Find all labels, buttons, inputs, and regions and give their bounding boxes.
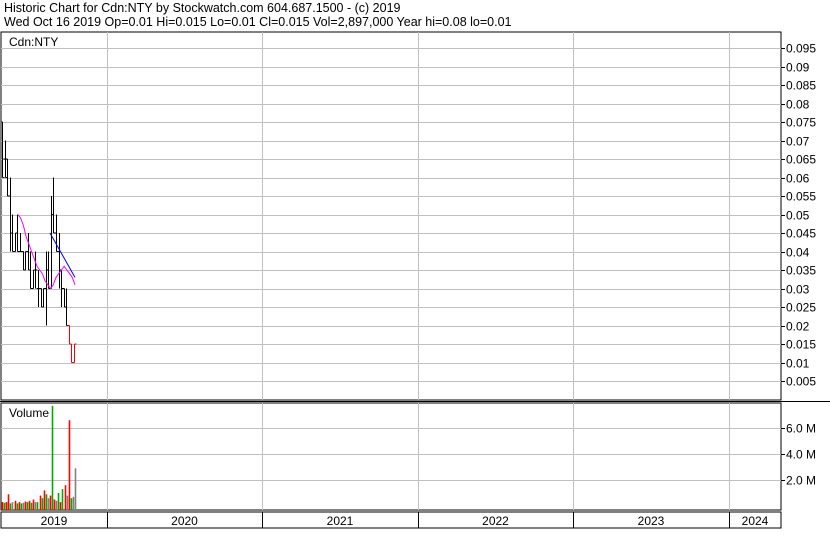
price-tick-label: 0.055 (786, 190, 816, 204)
x-axis-year-label: 2019 (41, 514, 68, 528)
volume-tick-label: 6.0 M (786, 422, 816, 436)
price-tick-label: 0.095 (786, 42, 816, 56)
volume-tick-label: 2.0 M (786, 474, 816, 488)
volume-panel-frame (0, 402, 782, 511)
chart-header-title: Historic Chart for Cdn:NTY by Stockwatch… (4, 1, 401, 15)
price-tick-label: 0.025 (786, 301, 816, 315)
price-tick-label: 0.075 (786, 116, 816, 130)
price-tick-label: 0.05 (786, 209, 810, 223)
x-axis-year-label: 2024 (742, 514, 769, 528)
price-tick-label: 0.015 (786, 338, 816, 352)
stock-chart: 0.095 0.09 0.085 0.08 0.075 0.07 0.065 0.06 0.05… (0, 0, 830, 543)
price-tick-label: 0.03 (786, 283, 810, 297)
price-tick-label: 0.01 (786, 357, 810, 371)
volume-panel-title: Volume (9, 406, 49, 420)
price-tick-label: 0.09 (786, 61, 810, 75)
x-axis-year-label: 2023 (638, 514, 665, 528)
price-tick-label: 0.07 (786, 135, 810, 149)
price-tick-label: 0.08 (786, 98, 810, 112)
volume-tick-label: 4.0 M (786, 448, 816, 462)
price-tick-label: 0.06 (786, 172, 810, 186)
price-tick-label: 0.035 (786, 264, 816, 278)
price-tick-label: 0.045 (786, 227, 816, 241)
chart-canvas: 0.095 0.09 0.085 0.08 0.075 0.07 0.065 0.06 0.05… (0, 31, 830, 529)
price-tick-label: 0.065 (786, 153, 816, 167)
price-tick-label: 0.02 (786, 320, 810, 334)
x-axis-year-label: 2022 (482, 514, 509, 528)
x-axis-year-label: 2020 (171, 514, 198, 528)
price-tick-label: 0.085 (786, 79, 816, 93)
price-panel-title: Cdn:NTY (9, 35, 58, 49)
price-tick-label: 0.005 (786, 375, 816, 389)
price-tick-label: 0.04 (786, 246, 810, 260)
x-axis-year-label: 2021 (327, 514, 354, 528)
chart-header-stats: Wed Oct 16 2019 Op=0.01 Hi=0.015 Lo=0.01… (4, 15, 512, 29)
